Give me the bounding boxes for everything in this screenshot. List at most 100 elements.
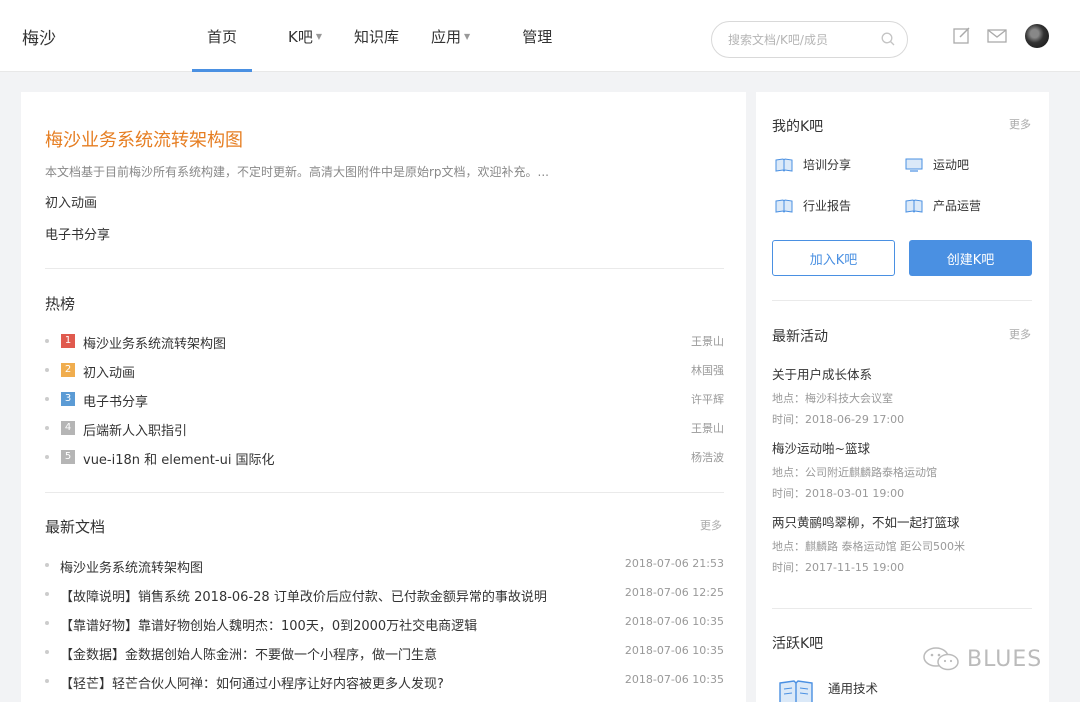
hot-item-author: 许平辉 (691, 393, 724, 406)
event-place: 地点：梅沙科技大会议室 (772, 392, 893, 405)
featured-doc-title[interactable]: 梅沙业务系统流转架构图 (45, 126, 243, 152)
my-k-item[interactable]: 培训分享 (775, 156, 851, 173)
nav-label: 应用 (431, 27, 462, 46)
latest-doc-item[interactable]: 梅沙业务系统流转架构图 2018-07-06 21:53 (45, 556, 724, 576)
right-sidebar: 我的K吧 更多 培训分享 运动吧 行业报告 产品运营 加入K吧 创建K吧 最新活… (756, 92, 1049, 702)
hot-item-title[interactable]: 后端新人入职指引 (83, 420, 187, 439)
watermark: BLUES (921, 645, 1042, 673)
latest-docs-more-link[interactable]: 更多 (700, 517, 722, 533)
event-title[interactable]: 两只黄鹂鸣翠柳，不如一起打篮球 (772, 512, 960, 531)
my-k-item[interactable]: 运动吧 (905, 156, 969, 173)
monitor-icon (905, 158, 923, 172)
bullet (45, 368, 49, 372)
hot-item-title[interactable]: vue-i18n 和 element-ui 国际化 (83, 449, 275, 468)
latest-doc-date: 2018-07-06 10:35 (624, 615, 724, 628)
rank-badge: 4 (61, 421, 75, 435)
latest-doc-title[interactable]: 【靠谱好物】靠谱好物创始人魏明杰：100天，0到2000万社交电商逻辑 (60, 615, 477, 634)
my-k-title: 我的K吧 (772, 119, 824, 135)
hot-list-item[interactable]: 5 vue-i18n 和 element-ui 国际化 杨浩波 (45, 448, 724, 468)
bullet (45, 621, 49, 625)
rank-badge: 2 (61, 363, 75, 377)
search-icon[interactable] (881, 32, 895, 46)
latest-doc-item[interactable]: 【轻芒】轻芒合伙人阿禅：如何通过小程序让好内容被更多人发现? 2018-07-0… (45, 672, 724, 692)
book-icon (775, 157, 793, 172)
hot-list-item[interactable]: 3 电子书分享 许平辉 (45, 390, 724, 410)
nav-label: 知识库 (354, 27, 400, 46)
my-k-item[interactable]: 行业报告 (775, 197, 851, 214)
events-title: 最新活动 (772, 329, 828, 345)
divider (45, 268, 724, 269)
latest-doc-date: 2018-07-06 10:35 (624, 673, 724, 686)
latest-doc-title[interactable]: 梅沙业务系统流转架构图 (60, 557, 203, 576)
latest-doc-item[interactable]: 【故障说明】销售系统 2018-06-28 订单改价后应付款、已付款金额异常的事… (45, 585, 724, 605)
latest-doc-title[interactable]: 【轻芒】轻芒合伙人阿禅：如何通过小程序让好内容被更多人发现? (60, 673, 444, 692)
divider (772, 608, 1032, 609)
bullet (45, 339, 49, 343)
avatar[interactable] (1025, 24, 1049, 48)
bullet (45, 679, 49, 683)
event-place: 地点：麒麟路 泰格运动馆 距公司500米 (772, 540, 965, 553)
event-time: 时间：2018-03-01 19:00 (772, 487, 905, 500)
hot-list-item[interactable]: 4 后端新人入职指引 王景山 (45, 419, 724, 439)
rank-badge: 1 (61, 334, 75, 348)
main-nav: 首页 K吧 ▼ 知识库 应用 ▼ 管理 (192, 0, 568, 72)
nav-label: 管理 (522, 27, 553, 46)
hot-list-item[interactable]: 1 梅沙业务系统流转架构图 王景山 (45, 332, 724, 352)
nav-label: K吧 (288, 27, 313, 46)
book-icon (905, 198, 923, 213)
nav-knowledge-base[interactable]: 知识库 (338, 0, 415, 72)
event-title[interactable]: 关于用户成长体系 (772, 364, 872, 383)
latest-doc-title[interactable]: 【故障说明】销售系统 2018-06-28 订单改价后应付款、已付款金额异常的事… (60, 586, 547, 605)
event-title[interactable]: 梅沙运动啪~篮球 (772, 438, 870, 457)
hot-item-author: 王景山 (691, 422, 724, 435)
featured-link[interactable]: 初入动画 (45, 192, 97, 211)
nav-label: 首页 (206, 27, 237, 46)
my-k-item-label: 行业报告 (803, 199, 852, 213)
hot-item-title[interactable]: 电子书分享 (83, 391, 148, 410)
join-k-button[interactable]: 加入K吧 (772, 240, 895, 276)
bullet (45, 455, 49, 459)
search-box (711, 21, 908, 58)
my-k-more-link[interactable]: 更多 (1009, 116, 1031, 132)
hot-list-title: 热榜 (45, 295, 76, 313)
create-k-button[interactable]: 创建K吧 (909, 240, 1032, 276)
logo[interactable]: 梅沙 (22, 24, 56, 49)
latest-doc-date: 2018-07-06 10:35 (624, 644, 724, 657)
hot-item-title[interactable]: 梅沙业务系统流转架构图 (83, 333, 226, 352)
nav-manage[interactable]: 管理 (506, 0, 568, 72)
featured-link[interactable]: 电子书分享 (45, 224, 110, 243)
my-k-item-label: 运动吧 (933, 158, 970, 172)
bullet (45, 397, 49, 401)
bullet (45, 426, 49, 430)
edit-icon[interactable] (952, 27, 972, 45)
active-k-title: 活跃K吧 (772, 636, 824, 652)
hot-item-author: 王景山 (691, 335, 724, 348)
bullet (45, 592, 49, 596)
rank-badge: 3 (61, 392, 75, 406)
hot-item-title[interactable]: 初入动画 (83, 362, 135, 381)
my-k-item-label: 培训分享 (803, 158, 852, 172)
divider (772, 300, 1032, 301)
latest-doc-item[interactable]: 【金数据】金数据创始人陈金洲：不要做一个小程序，做一门生意 2018-07-06… (45, 643, 724, 663)
event-time: 时间：2017-11-15 19:00 (772, 561, 905, 574)
nav-home[interactable]: 首页 (192, 0, 252, 72)
active-k-item[interactable]: 通用技术 (828, 678, 878, 697)
nav-kba[interactable]: K吧 ▼ (272, 0, 338, 72)
search-input[interactable] (728, 30, 878, 50)
hot-item-author: 杨浩波 (691, 451, 724, 464)
divider (45, 492, 724, 493)
hot-list-item[interactable]: 2 初入动画 林国强 (45, 361, 724, 381)
latest-doc-item[interactable]: 【靠谱好物】靠谱好物创始人魏明杰：100天，0到2000万社交电商逻辑 2018… (45, 614, 724, 634)
my-k-item-label: 产品运营 (933, 199, 982, 213)
latest-doc-date: 2018-07-06 12:25 (624, 586, 724, 599)
caret-down-icon: ▼ (315, 31, 322, 41)
book-icon (775, 198, 793, 213)
latest-doc-title[interactable]: 【金数据】金数据创始人陈金洲：不要做一个小程序，做一门生意 (60, 644, 437, 663)
my-k-item[interactable]: 产品运营 (905, 197, 981, 214)
nav-apps[interactable]: 应用 ▼ (415, 0, 486, 72)
mail-icon[interactable] (987, 27, 1007, 45)
caret-down-icon: ▼ (464, 31, 471, 41)
latest-docs-title: 最新文档 (45, 518, 106, 536)
rank-badge: 5 (61, 450, 75, 464)
events-more-link[interactable]: 更多 (1009, 326, 1031, 342)
